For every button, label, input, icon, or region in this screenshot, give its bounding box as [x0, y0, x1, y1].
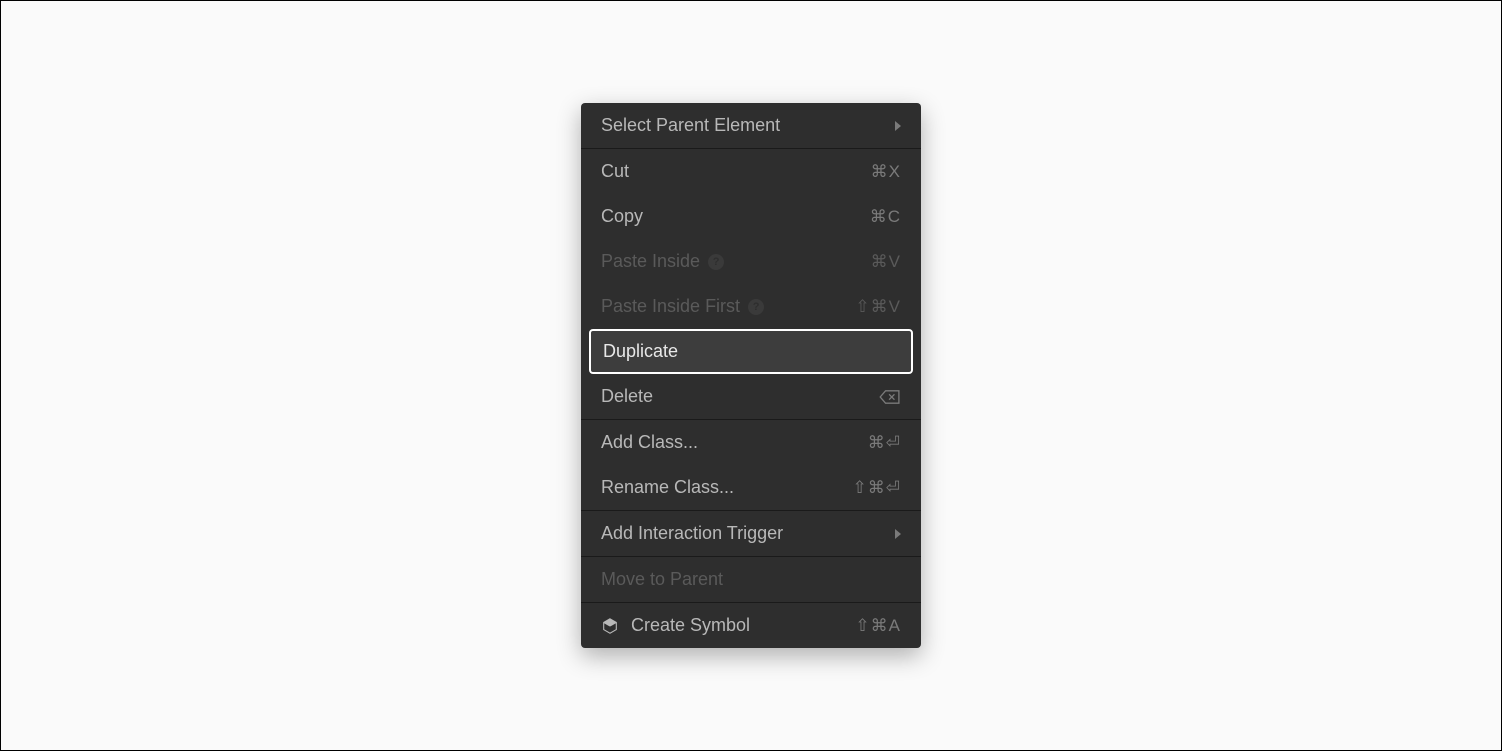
menu-item-text: Paste Inside: [601, 251, 700, 272]
menu-item-delete[interactable]: Delete: [581, 374, 921, 419]
menu-item-text: Create Symbol: [631, 615, 750, 636]
menu-item-paste-inside-first: Paste Inside First ? ⇧⌘V: [581, 284, 921, 329]
menu-item-duplicate[interactable]: Duplicate: [589, 329, 913, 374]
menu-item-add-interaction[interactable]: Add Interaction Trigger: [581, 511, 921, 556]
backspace-icon: [879, 389, 901, 405]
menu-item-rename-class[interactable]: Rename Class... ⇧⌘⏎: [581, 465, 921, 510]
help-icon: ?: [708, 254, 724, 270]
keyboard-shortcut: ⇧⌘⏎: [853, 478, 902, 498]
menu-item-label: Paste Inside First ?: [601, 296, 764, 317]
keyboard-shortcut: ⇧⌘A: [855, 616, 901, 636]
menu-item-text: Paste Inside First: [601, 296, 740, 317]
menu-item-add-class[interactable]: Add Class... ⌘⏎: [581, 420, 921, 465]
menu-item-label: Select Parent Element: [601, 115, 780, 136]
menu-item-select-parent[interactable]: Select Parent Element: [581, 103, 921, 148]
chevron-right-icon: [895, 121, 901, 131]
help-icon: ?: [748, 299, 764, 315]
chevron-right-icon: [895, 529, 901, 539]
keyboard-shortcut: ⌘V: [871, 252, 901, 272]
symbol-icon: [601, 617, 619, 635]
menu-item-cut[interactable]: Cut ⌘X: [581, 149, 921, 194]
menu-item-copy[interactable]: Copy ⌘C: [581, 194, 921, 239]
context-menu: Select Parent Element Cut ⌘X Copy ⌘C Pas…: [581, 103, 921, 648]
menu-item-label: Delete: [601, 386, 653, 407]
menu-item-paste-inside: Paste Inside ? ⌘V: [581, 239, 921, 284]
menu-item-label: Paste Inside ?: [601, 251, 724, 272]
menu-item-label: Copy: [601, 206, 643, 227]
menu-item-label: Duplicate: [603, 341, 678, 362]
keyboard-shortcut: ⌘X: [871, 162, 901, 182]
menu-item-label: Cut: [601, 161, 629, 182]
menu-item-label-with-icon: Create Symbol: [601, 615, 750, 636]
keyboard-shortcut: ⇧⌘V: [855, 297, 901, 317]
menu-item-label: Rename Class...: [601, 477, 734, 498]
keyboard-shortcut: ⌘⏎: [868, 433, 901, 453]
keyboard-shortcut: ⌘C: [870, 207, 901, 227]
menu-item-move-to-parent: Move to Parent: [581, 557, 921, 602]
menu-item-label: Move to Parent: [601, 569, 723, 590]
menu-item-create-symbol[interactable]: Create Symbol ⇧⌘A: [581, 603, 921, 648]
menu-item-label: Add Class...: [601, 432, 698, 453]
menu-item-label: Add Interaction Trigger: [601, 523, 783, 544]
